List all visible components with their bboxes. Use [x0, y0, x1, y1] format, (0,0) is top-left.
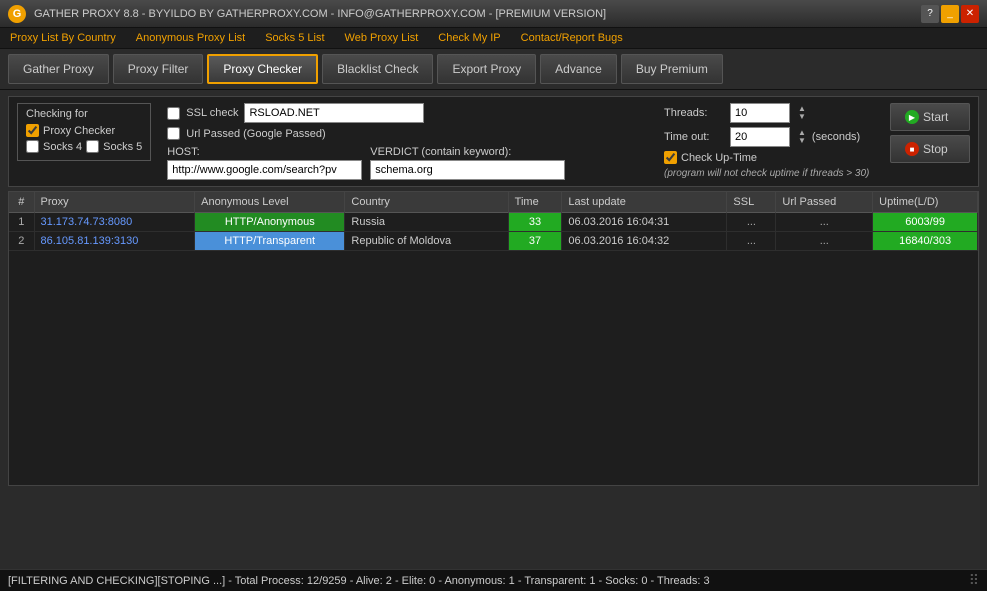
- checking-for-title: Checking for: [26, 108, 142, 120]
- title-bar-controls: ? _ ✕: [921, 5, 979, 23]
- uptime-checkbox[interactable]: [664, 151, 677, 164]
- center-options: SSL check Url Passed (Google Passed) HOS…: [167, 103, 648, 180]
- checking-for-group: Checking for Proxy Checker Socks 4 Socks…: [17, 103, 151, 161]
- minimize-button[interactable]: _: [941, 5, 959, 23]
- nav-bar: Proxy List By Country Anonymous Proxy Lis…: [0, 28, 987, 49]
- uptime-note: (program will not check uptime if thread…: [664, 168, 874, 179]
- col-header-last-update: Last update: [562, 192, 727, 213]
- timeout-label: Time out:: [664, 131, 724, 143]
- toolbar-btn-blacklist-check[interactable]: Blacklist Check: [322, 54, 433, 84]
- col-header-proxy: Proxy: [34, 192, 195, 213]
- toolbar-btn-proxy-checker[interactable]: Proxy Checker: [207, 54, 318, 84]
- verdict-input[interactable]: [370, 160, 565, 180]
- socks5-checkbox[interactable]: [86, 140, 99, 153]
- thread-row: Threads: ▲ ▼: [664, 103, 874, 123]
- proxy-checker-checkbox[interactable]: [26, 124, 39, 137]
- options-panel: Checking for Proxy Checker Socks 4 Socks…: [8, 96, 979, 187]
- threads-label: Threads:: [664, 107, 724, 119]
- col-header-uptime-l-d-: Uptime(L/D): [873, 192, 978, 213]
- nav-item-contact[interactable]: Contact/Report Bugs: [521, 32, 623, 44]
- col-header-anonymous-level: Anonymous Level: [195, 192, 345, 213]
- table-header-row: #ProxyAnonymous LevelCountryTimeLast upd…: [9, 192, 978, 213]
- table-row[interactable]: 131.173.74.73:8080HTTP/AnonymousRussia33…: [9, 213, 978, 232]
- table-body: 131.173.74.73:8080HTTP/AnonymousRussia33…: [9, 213, 978, 251]
- uptime-row: Check Up-Time: [664, 151, 874, 164]
- ssl-host-input[interactable]: [244, 103, 424, 123]
- title-bar-text: GATHER PROXY 8.8 - BYYILDO BY GATHERPROX…: [34, 8, 921, 20]
- col-header-ssl: SSL: [727, 192, 776, 213]
- timeout-input[interactable]: [730, 127, 790, 147]
- stop-icon: ■: [905, 142, 919, 156]
- help-button[interactable]: ?: [921, 5, 939, 23]
- toolbar-btn-advance[interactable]: Advance: [540, 54, 617, 84]
- timeout-row: Time out: ▲ ▼ (seconds): [664, 127, 874, 147]
- proxy-checker-row: Proxy Checker: [26, 124, 142, 137]
- proxy-checker-label: Proxy Checker: [43, 125, 115, 137]
- socks4-label: Socks 4: [43, 141, 82, 153]
- start-button[interactable]: ▶ Start: [890, 103, 970, 131]
- threads-down-icon[interactable]: ▼: [798, 113, 806, 121]
- col-header-time: Time: [508, 192, 562, 213]
- host-input[interactable]: [167, 160, 362, 180]
- col-header--: #: [9, 192, 34, 213]
- title-bar: G GATHER PROXY 8.8 - BYYILDO BY GATHERPR…: [0, 0, 987, 28]
- col-header-country: Country: [345, 192, 508, 213]
- url-row: Url Passed (Google Passed): [167, 127, 648, 140]
- nav-item-proxy-list-by-country[interactable]: Proxy List By Country: [10, 32, 116, 44]
- toolbar: Gather ProxyProxy FilterProxy CheckerBla…: [0, 49, 987, 90]
- nav-item-web-proxy-list[interactable]: Web Proxy List: [345, 32, 419, 44]
- socks5-label: Socks 5: [103, 141, 142, 153]
- nav-item-check-my-ip[interactable]: Check My IP: [438, 32, 500, 44]
- host-label: HOST:: [167, 146, 362, 158]
- col-header-url-passed: Url Passed: [776, 192, 873, 213]
- host-verdict-row: HOST: VERDICT (contain keyword):: [167, 146, 648, 180]
- resize-handle[interactable]: ⠿: [969, 572, 979, 589]
- verdict-col: VERDICT (contain keyword):: [370, 146, 565, 180]
- proxy-table-area: #ProxyAnonymous LevelCountryTimeLast upd…: [8, 191, 979, 486]
- start-icon: ▶: [905, 110, 919, 124]
- socks-row: Socks 4 Socks 5: [26, 140, 142, 153]
- threads-spinner[interactable]: ▲ ▼: [798, 105, 806, 121]
- close-button[interactable]: ✕: [961, 5, 979, 23]
- stop-label: Stop: [923, 142, 948, 156]
- toolbar-btn-buy-premium[interactable]: Buy Premium: [621, 54, 723, 84]
- stop-button[interactable]: ■ Stop: [890, 135, 970, 163]
- table-row[interactable]: 286.105.81.139:3130HTTP/TransparentRepub…: [9, 232, 978, 251]
- start-label: Start: [923, 110, 948, 124]
- status-bar: [FILTERING AND CHECKING][STOPING ...] - …: [0, 569, 987, 591]
- right-options: Threads: ▲ ▼ Time out: ▲ ▼ (seconds) Che…: [664, 103, 874, 179]
- toolbar-btn-export-proxy[interactable]: Export Proxy: [437, 54, 536, 84]
- ssl-checkbox[interactable]: [167, 107, 180, 120]
- app-icon: G: [8, 5, 26, 23]
- uptime-label: Check Up-Time: [681, 152, 757, 164]
- url-passed-label: Url Passed (Google Passed): [186, 128, 325, 140]
- action-buttons: ▶ Start ■ Stop: [890, 103, 970, 163]
- socks4-checkbox[interactable]: [26, 140, 39, 153]
- nav-item-socks5-list[interactable]: Socks 5 List: [265, 32, 324, 44]
- verdict-label: VERDICT (contain keyword):: [370, 146, 565, 158]
- toolbar-btn-proxy-filter[interactable]: Proxy Filter: [113, 54, 204, 84]
- proxy-table: #ProxyAnonymous LevelCountryTimeLast upd…: [9, 192, 978, 251]
- timeout-down-icon[interactable]: ▼: [798, 137, 806, 145]
- ssl-row: SSL check: [167, 103, 648, 123]
- timeout-spinner[interactable]: ▲ ▼: [798, 129, 806, 145]
- ssl-label: SSL check: [186, 107, 238, 119]
- host-col: HOST:: [167, 146, 362, 180]
- main-content: Checking for Proxy Checker Socks 4 Socks…: [0, 90, 987, 492]
- status-text: [FILTERING AND CHECKING][STOPING ...] - …: [8, 575, 710, 587]
- seconds-label: (seconds): [812, 131, 860, 143]
- url-passed-checkbox[interactable]: [167, 127, 180, 140]
- toolbar-btn-gather-proxy[interactable]: Gather Proxy: [8, 54, 109, 84]
- threads-input[interactable]: [730, 103, 790, 123]
- nav-item-anonymous-proxy-list[interactable]: Anonymous Proxy List: [136, 32, 245, 44]
